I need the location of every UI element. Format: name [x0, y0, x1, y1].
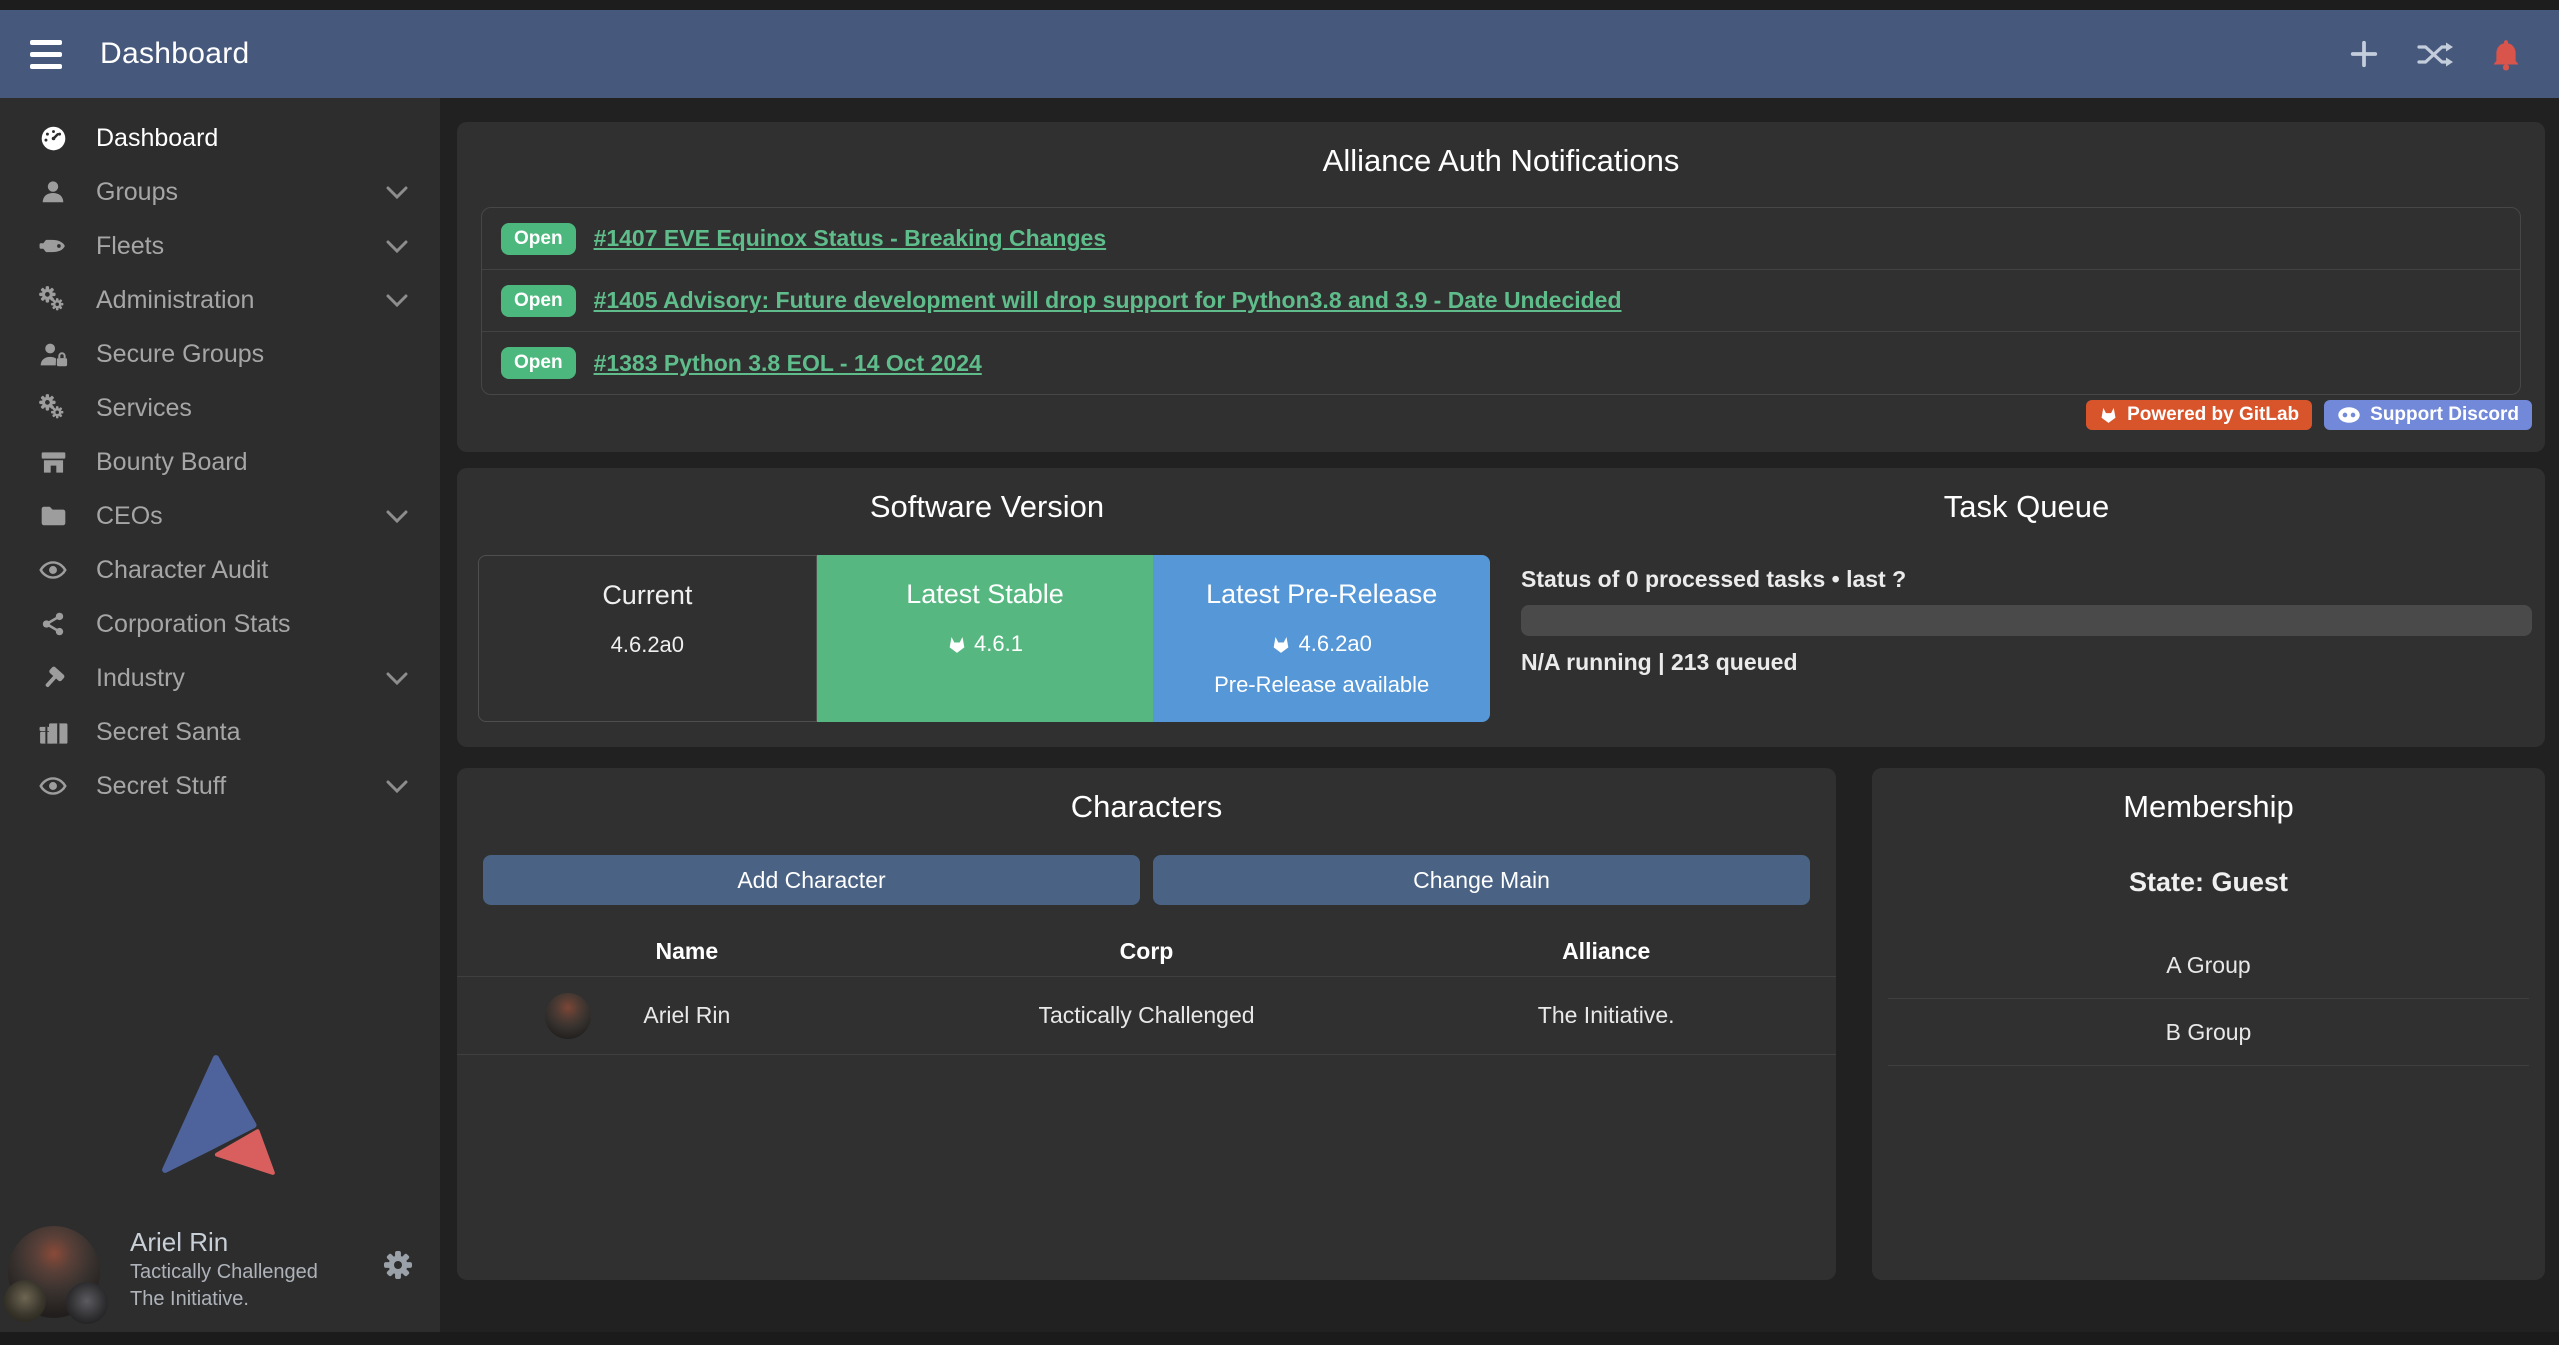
sidebar-item-corporation-stats[interactable]: Corporation Stats	[0, 597, 440, 651]
eye-icon	[32, 772, 74, 800]
version-table: Current 4.6.2a0 Latest Stable 4.6.1 Late…	[478, 555, 1490, 722]
gauge-icon	[32, 125, 74, 152]
chevron-down-icon	[386, 240, 408, 253]
powered-by-gitlab-badge[interactable]: Powered by GitLab	[2086, 400, 2312, 430]
membership-title: Membership	[1872, 768, 2545, 825]
navbar-actions	[2349, 38, 2521, 71]
status-badge: Open	[501, 223, 576, 255]
alliance-auth-logo	[0, 1050, 440, 1182]
sidebar-item-administration[interactable]: Administration	[0, 273, 440, 327]
character-table-row: Ariel Rin Tactically Challenged The Init…	[457, 976, 1836, 1055]
sidebar-item-services[interactable]: Services	[0, 381, 440, 435]
user-name: Ariel Rin	[130, 1225, 318, 1259]
sidebar-item-ceos[interactable]: CEOs	[0, 489, 440, 543]
sidebar-item-fleets[interactable]: Fleets	[0, 219, 440, 273]
characters-panel: Characters Add Character Change Main Nam…	[457, 768, 1836, 1280]
window-top-edge	[0, 0, 2559, 10]
user-avatar	[8, 1226, 100, 1318]
sidebar-item-bounty-board[interactable]: Bounty Board	[0, 435, 440, 489]
sidebar-item-secret-santa[interactable]: Secret Santa	[0, 705, 440, 759]
add-character-button[interactable]: Add Character	[483, 855, 1140, 905]
software-version-title: Software Version	[457, 468, 1517, 525]
character-alliance: The Initiative.	[1376, 1002, 1836, 1029]
notification-row: Open #1383 Python 3.8 EOL - 14 Oct 2024	[482, 332, 2520, 394]
sidebar-item-groups[interactable]: Groups	[0, 165, 440, 219]
notifications-bell-icon[interactable]	[2491, 38, 2521, 71]
change-character-shuffle-icon[interactable]	[2417, 41, 2453, 68]
version-cell-current: Current 4.6.2a0	[478, 555, 817, 722]
add-character-plus-icon[interactable]	[2349, 39, 2379, 69]
notification-row: Open #1407 EVE Equinox Status - Breaking…	[482, 208, 2520, 270]
user-lock-icon	[32, 342, 74, 367]
membership-group-list: A Group B Group	[1888, 932, 2529, 1066]
notification-link[interactable]: #1383 Python 3.8 EOL - 14 Oct 2024	[594, 350, 982, 377]
user-settings-gear-icon[interactable]	[382, 1249, 414, 1284]
chevron-down-icon	[386, 294, 408, 307]
characters-table: Name Corp Alliance Ariel Rin Tactically …	[457, 926, 1836, 1055]
notification-row: Open #1405 Advisory: Future development …	[482, 270, 2520, 332]
folder-icon	[32, 504, 74, 528]
characters-table-header: Name Corp Alliance	[457, 926, 1836, 976]
gifts-icon	[32, 720, 74, 745]
user-panel: Ariel Rin Tactically Challenged The Init…	[0, 1224, 440, 1324]
shuttle-icon	[32, 235, 74, 257]
task-queue-status: Status of 0 processed tasks • last ?	[1521, 566, 1906, 593]
membership-state: State: Guest	[1872, 867, 2545, 898]
top-navbar: Dashboard	[0, 10, 2559, 98]
character-portrait	[545, 993, 591, 1039]
characters-title: Characters	[457, 768, 1836, 825]
share-nodes-icon	[32, 611, 74, 637]
alliance-logo	[66, 1282, 108, 1324]
gears-icon	[32, 285, 74, 315]
notification-link[interactable]: #1407 EVE Equinox Status - Breaking Chan…	[594, 225, 1107, 252]
sidebar-item-secure-groups[interactable]: Secure Groups	[0, 327, 440, 381]
membership-group: B Group	[1888, 999, 2529, 1066]
membership-panel: Membership State: Guest A Group B Group	[1872, 768, 2545, 1280]
task-queue-title: Task Queue	[1521, 468, 2532, 525]
character-name: Ariel Rin	[457, 1002, 917, 1029]
task-queue-section: Task Queue Status of 0 processed tasks •…	[1521, 468, 2532, 747]
software-version-task-queue-panel: Software Version Current 4.6.2a0 Latest …	[457, 468, 2545, 747]
user-corp: Tactically Challenged	[130, 1259, 318, 1285]
task-queue-progress-bar	[1521, 605, 2532, 636]
status-badge: Open	[501, 347, 576, 379]
software-version-section: Software Version Current 4.6.2a0 Latest …	[457, 468, 1517, 747]
gears-icon	[32, 393, 74, 423]
user-icon	[32, 179, 74, 205]
task-queue-counts: N/A running | 213 queued	[1521, 649, 1798, 676]
notifications-list: Open #1407 EVE Equinox Status - Breaking…	[481, 207, 2521, 395]
sidebar-item-dashboard[interactable]: Dashboard	[0, 111, 440, 165]
version-cell-latest-prerelease: Latest Pre-Release 4.6.2a0 Pre-Release a…	[1153, 555, 1490, 722]
user-alliance: The Initiative.	[130, 1286, 318, 1312]
sidebar-item-character-audit[interactable]: Character Audit	[0, 543, 440, 597]
store-icon	[32, 450, 74, 475]
notifications-title: Alliance Auth Notifications	[457, 122, 2545, 179]
window-bottom-edge	[0, 1332, 2559, 1345]
eye-icon	[32, 556, 74, 584]
notification-link[interactable]: #1405 Advisory: Future development will …	[594, 287, 1622, 314]
gitlab-icon	[947, 635, 967, 654]
sidebar: Dashboard Groups Fleets	[0, 98, 440, 1332]
chevron-down-icon	[386, 672, 408, 685]
chevron-down-icon	[386, 510, 408, 523]
gitlab-icon	[1271, 635, 1291, 654]
change-main-button[interactable]: Change Main	[1153, 855, 1810, 905]
hammer-icon	[32, 665, 74, 692]
membership-group: A Group	[1888, 932, 2529, 999]
version-cell-latest-stable: Latest Stable 4.6.1	[817, 555, 1154, 722]
sidebar-item-secret-stuff[interactable]: Secret Stuff	[0, 759, 440, 813]
prerelease-note: Pre-Release available	[1153, 672, 1490, 698]
status-badge: Open	[501, 285, 576, 317]
character-corp: Tactically Challenged	[917, 1002, 1377, 1029]
chevron-down-icon	[386, 186, 408, 199]
chevron-down-icon	[386, 780, 408, 793]
sidebar-item-industry[interactable]: Industry	[0, 651, 440, 705]
corp-logo	[4, 1280, 46, 1322]
support-discord-badge[interactable]: Support Discord	[2324, 400, 2532, 430]
menu-toggle-button[interactable]	[30, 40, 62, 69]
alliance-auth-notifications-panel: Alliance Auth Notifications Open #1407 E…	[457, 122, 2545, 452]
page-title: Dashboard	[100, 37, 249, 71]
